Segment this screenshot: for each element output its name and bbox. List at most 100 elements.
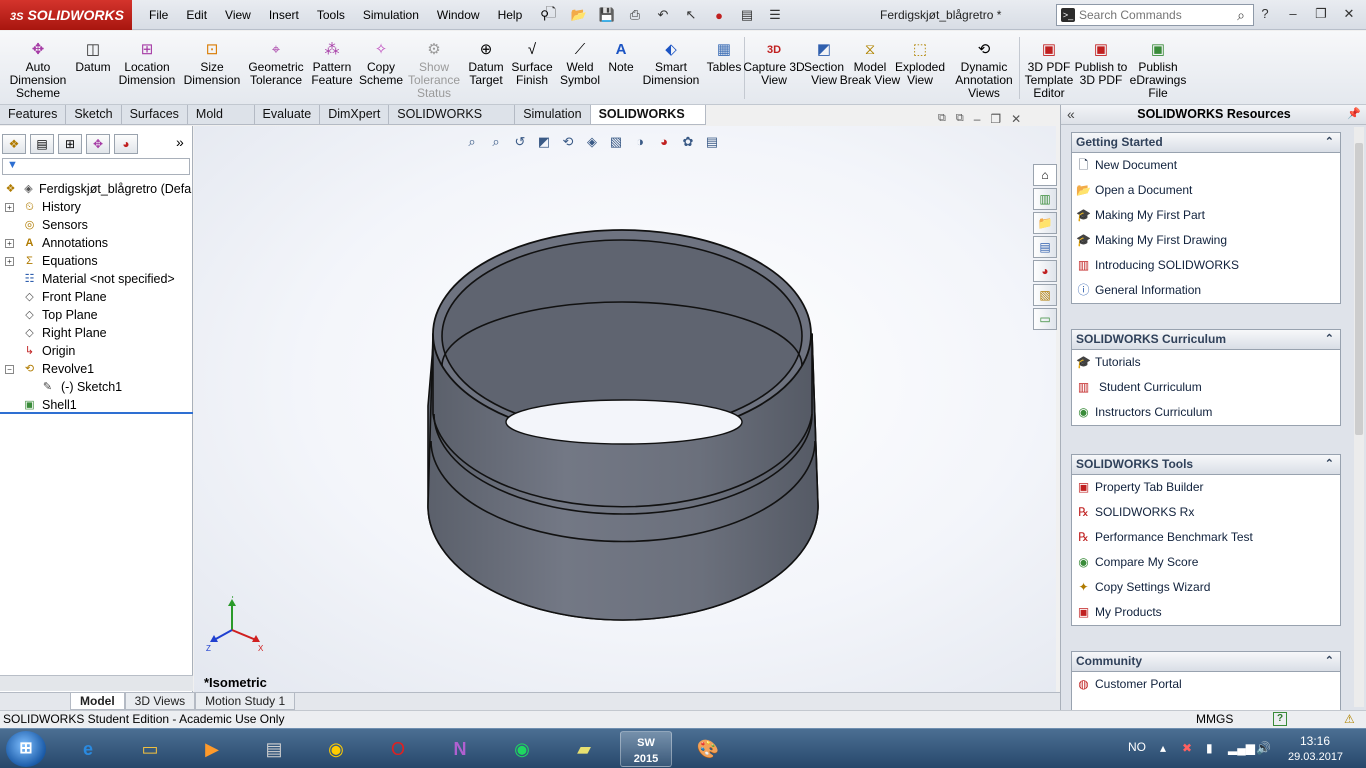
link-open-document[interactable]: 📂 Open a Document	[1072, 178, 1340, 203]
expand-icon[interactable]: +	[5, 257, 14, 266]
sticky-notes-icon[interactable]: ▰	[558, 731, 610, 767]
link-instructors-curriculum[interactable]: ◉ Instructors Curriculum	[1072, 400, 1340, 425]
file-properties-icon[interactable]: ▤	[736, 4, 758, 26]
minimize-button[interactable]: –	[1282, 4, 1304, 24]
tree-item-sensors[interactable]: ◎ Sensors	[0, 216, 193, 234]
link-new-document[interactable]: 🗋 New Document	[1072, 153, 1340, 178]
restore-button[interactable]: ❐	[1310, 4, 1332, 24]
publish-edrawings-button[interactable]: ▣ Publish eDrawings File	[1126, 41, 1190, 100]
design-library-tab-icon[interactable]: ▥	[1033, 188, 1057, 210]
dimxpert-manager-tab-icon[interactable]: ✥	[86, 134, 110, 154]
media-player-icon[interactable]: ▶	[186, 731, 238, 767]
group-header[interactable]: SOLIDWORKS Tools ⌃	[1072, 455, 1340, 475]
link-property-tab-builder[interactable]: ▣ Property Tab Builder	[1072, 475, 1340, 500]
link-tutorials[interactable]: 🎓 Tutorials	[1072, 350, 1340, 375]
select-arrow-icon[interactable]: ↖	[680, 4, 702, 26]
tile-icon[interactable]: ⧉	[956, 112, 964, 126]
tab-dimxpert[interactable]: DimXpert	[320, 105, 390, 124]
tree-item-equations[interactable]: + Σ Equations	[0, 252, 193, 270]
collapse-group-icon[interactable]: ⌃	[1325, 455, 1334, 474]
tab-features[interactable]: Features	[0, 105, 67, 124]
link-my-products[interactable]: ▣ My Products	[1072, 600, 1340, 625]
custom-properties-tab-icon[interactable]: ▧	[1033, 284, 1057, 306]
resources-scrollbar[interactable]	[1354, 127, 1364, 707]
feature-tree-tab-icon[interactable]: ❖	[2, 134, 26, 154]
close-button[interactable]: ✕	[1338, 4, 1360, 24]
feature-tree-filter[interactable]: ▼	[2, 158, 190, 175]
tab-3d-views[interactable]: 3D Views	[124, 693, 196, 710]
link-customer-portal[interactable]: ◍ Customer Portal	[1072, 672, 1340, 697]
location-dimension-button[interactable]: ⊞ Location Dimension	[115, 41, 179, 87]
size-dimension-button[interactable]: ⊡ Size Dimension	[180, 41, 244, 87]
link-making-first-part[interactable]: 🎓 Making My First Part	[1072, 203, 1340, 228]
property-manager-tab-icon[interactable]: ▤	[30, 134, 54, 154]
link-making-first-drawing[interactable]: 🎓 Making My First Drawing	[1072, 228, 1340, 253]
tree-root-part[interactable]: ❖ Ferdigskjøt_blågretro (Defa ◈	[0, 180, 193, 198]
collapse-group-icon[interactable]: ⌃	[1325, 652, 1334, 671]
tree-item-material[interactable]: ☷ Material <not specified>	[0, 270, 193, 288]
search-commands-input[interactable]	[1079, 7, 1229, 23]
solidworks-taskbar-icon[interactable]: SW 2015	[620, 731, 672, 767]
volume-icon[interactable]: 🔊	[1256, 741, 1271, 755]
menu-insert[interactable]: Insert	[260, 0, 308, 30]
forum-tab-icon[interactable]: ▭	[1033, 308, 1057, 330]
print-spooler-icon[interactable]: ▤	[248, 731, 300, 767]
display-manager-tab-icon[interactable]: ◕	[114, 134, 138, 154]
link-student-curriculum[interactable]: ▥ Student Curriculum	[1072, 375, 1340, 400]
spotify-icon[interactable]: ◉	[496, 731, 548, 767]
onenote-icon[interactable]: N	[434, 731, 486, 767]
network-error-icon[interactable]: ✖	[1182, 741, 1192, 755]
menu-view[interactable]: View	[216, 0, 260, 30]
internet-explorer-icon[interactable]: e	[62, 731, 114, 767]
collapse-group-icon[interactable]: ⌃	[1325, 133, 1334, 152]
link-introducing-solidworks[interactable]: ▥ Introducing SOLIDWORKS	[1072, 253, 1340, 278]
view-palette-tab-icon[interactable]: ▤	[1033, 236, 1057, 258]
publish-to-3d-pdf-button[interactable]: ▣ Publish to 3D PDF	[1069, 41, 1133, 87]
menu-file[interactable]: File	[140, 0, 177, 30]
language-indicator[interactable]: NO	[1128, 740, 1146, 754]
group-header[interactable]: SOLIDWORKS Curriculum ⌃	[1072, 330, 1340, 350]
configuration-manager-tab-icon[interactable]: ⊞	[58, 134, 82, 154]
undo-icon[interactable]: ↶	[652, 4, 674, 26]
search-icon[interactable]: ⌕	[1237, 7, 1245, 24]
tree-item-history[interactable]: + ⏲ History	[0, 198, 193, 216]
menu-edit[interactable]: Edit	[177, 0, 216, 30]
save-icon[interactable]: 💾	[596, 4, 618, 26]
group-header[interactable]: Community ⌃	[1072, 652, 1340, 672]
dynamic-annotation-views-button[interactable]: ⟲ Dynamic Annotation Views	[952, 41, 1016, 100]
revolved-shell-model[interactable]	[194, 126, 1056, 692]
opera-icon[interactable]: O	[372, 731, 424, 767]
tab-simulation[interactable]: Simulation	[515, 105, 591, 124]
tree-item-annotations[interactable]: + A Annotations	[0, 234, 193, 252]
tab-solidworks-add-ins[interactable]: SOLIDWORKS Add-Ins	[389, 105, 516, 140]
graphics-area[interactable]: ⌕ ⌕ ↺ ◩ ⟲ ◈ ▧ ◑ ◕ ✿ ▤ X Z *Isometric	[194, 126, 1056, 692]
group-header[interactable]: Getting Started ⌃	[1072, 133, 1340, 153]
geometric-tolerance-button[interactable]: ⌖ Geometric Tolerance	[244, 41, 308, 87]
help-icon[interactable]: ?	[1254, 4, 1276, 24]
close-view-button[interactable]: ✕	[1011, 112, 1021, 126]
scrollbar-thumb[interactable]	[1355, 143, 1363, 435]
print-icon[interactable]: ⎙	[624, 4, 646, 26]
link-copy-settings-wizard[interactable]: ✦ Copy Settings Wizard	[1072, 575, 1340, 600]
open-folder-icon[interactable]: 📂	[568, 4, 590, 26]
unit-system[interactable]: MMGS	[1196, 711, 1233, 728]
tab-evaluate[interactable]: Evaluate	[255, 105, 321, 124]
tab-sketch[interactable]: Sketch	[66, 105, 122, 124]
tree-item-right-plane[interactable]: ◇ Right Plane	[0, 324, 193, 342]
link-general-information[interactable]: ⓘ General Information	[1072, 278, 1340, 303]
menu-window[interactable]: Window	[428, 0, 489, 30]
battery-icon[interactable]: ▮	[1206, 741, 1213, 755]
solidworks-resources-tab-icon[interactable]: ⌂	[1033, 164, 1057, 186]
expand-chevron-icon[interactable]: »	[176, 134, 184, 150]
warning-icon[interactable]: ⚠	[1344, 711, 1355, 728]
minimize-view-button[interactable]: –	[974, 112, 981, 126]
expand-icon[interactable]: +	[5, 239, 14, 248]
file-explorer-icon[interactable]: ▭	[124, 731, 176, 767]
clock-date[interactable]: 29.03.2017	[1288, 751, 1343, 763]
tree-item-origin[interactable]: ↳ Origin	[0, 342, 193, 360]
tab-surfaces[interactable]: Surfaces	[122, 105, 188, 124]
link-compare-my-score[interactable]: ◉ Compare My Score	[1072, 550, 1340, 575]
tree-item-front-plane[interactable]: ◇ Front Plane	[0, 288, 193, 306]
search-commands-box[interactable]: >_ ⌕	[1056, 4, 1254, 26]
tree-item-shell1[interactable]: ▣ Shell1	[0, 396, 193, 414]
